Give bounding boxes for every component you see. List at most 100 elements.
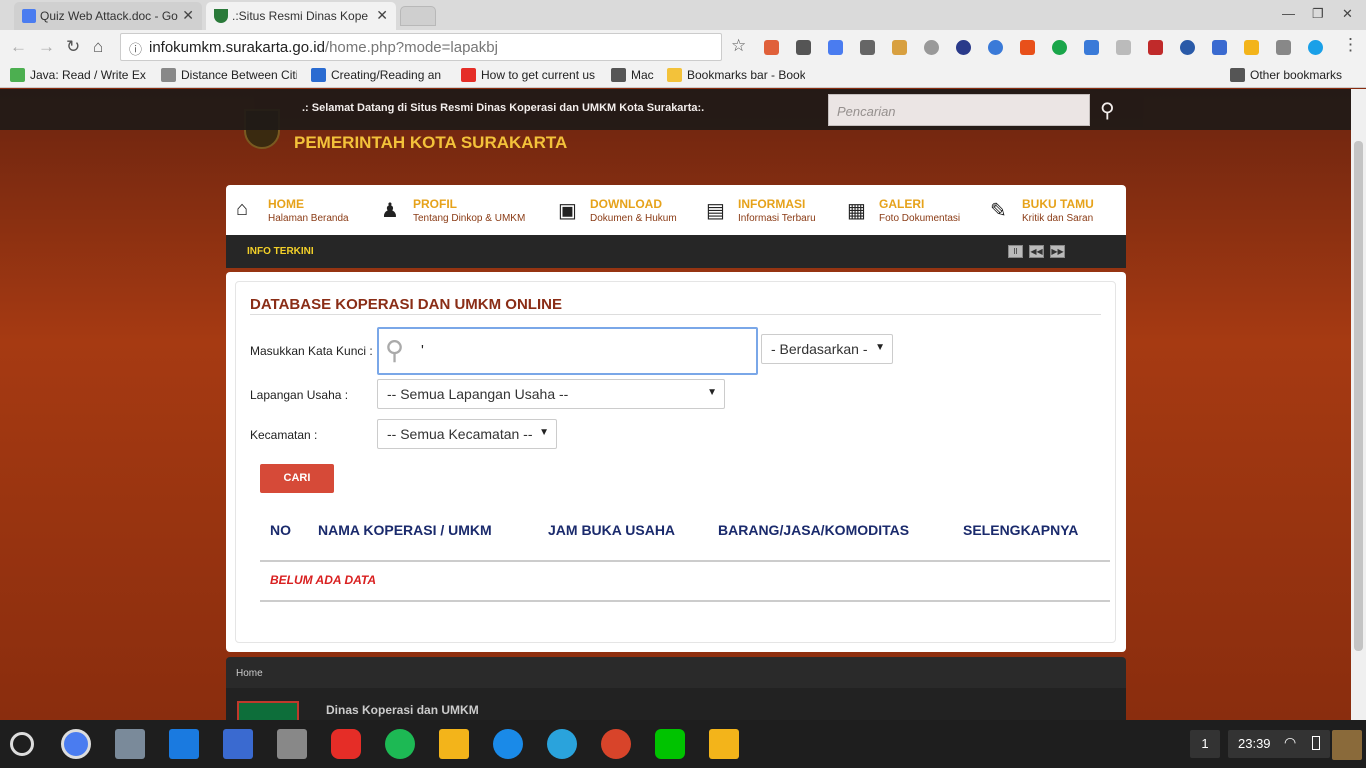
welcome-marquee: .: Selamat Datang di Situs Resmi Dinas K… — [302, 102, 705, 114]
line-icon[interactable] — [655, 729, 685, 759]
youtube-icon — [461, 68, 476, 82]
star-icon — [667, 68, 682, 82]
extension-icon[interactable] — [988, 40, 1003, 55]
new-tab-button[interactable] — [400, 6, 436, 26]
url-host: infokumkm.surakarta.go.id — [149, 39, 325, 56]
app-icon[interactable] — [115, 729, 145, 759]
close-tab-icon[interactable]: ✕ — [182, 7, 194, 24]
home-icon[interactable]: ⌂ — [93, 37, 103, 57]
bookmark-folder[interactable]: Mac — [611, 68, 657, 82]
save-icon: ▣ — [558, 200, 577, 222]
column-header: NO — [270, 522, 291, 538]
search-button[interactable]: CARI — [260, 464, 334, 493]
site-topbar: .: Selamat Datang di Situs Resmi Dinas K… — [0, 89, 1351, 130]
column-header: JAM BUKA USAHA — [548, 522, 676, 538]
status-tray[interactable]: 23:39 ◠ — [1228, 730, 1330, 758]
gallery-icon: ▦ — [847, 200, 866, 222]
extension-icon[interactable] — [1116, 40, 1131, 55]
app-icon[interactable] — [277, 729, 307, 759]
guestbook-icon: ✎ — [990, 200, 1007, 222]
url-path: /home.php?mode=lapakbj — [324, 39, 498, 56]
extension-icon[interactable] — [1052, 40, 1067, 55]
chrome-icon[interactable] — [61, 729, 91, 759]
skype-icon[interactable] — [1308, 40, 1323, 55]
pause-icon[interactable]: II — [1008, 245, 1023, 258]
bookmark-item[interactable]: Creating/Reading an — [311, 68, 443, 82]
reload-icon[interactable]: ↻ — [66, 37, 80, 57]
compass-icon[interactable] — [924, 40, 939, 55]
extension-icon[interactable] — [796, 40, 811, 55]
web-page: .: Selamat Datang di Situs Resmi Dinas K… — [0, 89, 1351, 720]
photos-icon[interactable] — [439, 729, 469, 759]
office-icon[interactable] — [1020, 40, 1035, 55]
extension-icon[interactable] — [892, 40, 907, 55]
site-search-input[interactable]: Pencarian — [828, 94, 1090, 126]
divider — [250, 314, 1101, 315]
search-icon[interactable]: ⚲ — [1100, 98, 1115, 123]
spotify-icon[interactable] — [385, 729, 415, 759]
maximize-icon[interactable]: ❐ — [1312, 6, 1324, 22]
messenger-icon[interactable] — [493, 729, 523, 759]
page-scrollbar[interactable] — [1351, 89, 1366, 720]
avatar[interactable] — [1332, 730, 1362, 760]
business-field-select[interactable]: -- Semua Lapangan Usaha -- ▼ — [377, 379, 725, 409]
content-panel: DATABASE KOPERASI DAN UMKM ONLINE Masukk… — [226, 272, 1126, 652]
other-bookmarks[interactable]: Other bookmarks — [1230, 68, 1360, 82]
mail-icon[interactable] — [860, 40, 875, 55]
launcher-icon[interactable] — [10, 732, 34, 756]
extension-icon[interactable] — [764, 40, 779, 55]
extension-icon[interactable] — [1180, 40, 1195, 55]
clock: 23:39 — [1238, 736, 1271, 751]
forward-icon[interactable]: → — [38, 37, 55, 57]
back-icon[interactable]: ← — [10, 37, 27, 57]
table-header-divider — [260, 560, 1110, 562]
bookmark-item[interactable]: Java: Read / Write Ex — [10, 68, 146, 82]
extension-icon[interactable] — [1212, 40, 1227, 55]
section-title: DATABASE KOPERASI DAN UMKM ONLINE — [250, 296, 562, 313]
telegram-icon[interactable] — [547, 729, 577, 759]
bookmark-favicon-icon — [161, 68, 176, 82]
bookmark-item[interactable]: Bookmarks bar - Book — [667, 68, 805, 82]
cast-icon[interactable] — [1276, 40, 1291, 55]
org-name: Dinas Koperasi dan UMKM — [326, 703, 479, 717]
search-by-select[interactable]: - Berdasarkan - ▼ — [761, 334, 893, 364]
extension-icon[interactable] — [1084, 40, 1099, 55]
menu-icon[interactable]: ⋮ — [1342, 35, 1359, 55]
close-window-icon[interactable]: ✕ — [1342, 6, 1353, 22]
drive-icon[interactable] — [1244, 40, 1259, 55]
keep-icon[interactable] — [709, 729, 739, 759]
rewind-icon[interactable]: ◀◀ — [1029, 245, 1044, 258]
browser-tab-active[interactable]: .:Situs Resmi Dinas Kope ✕ — [206, 2, 396, 30]
browser-tab-quiz[interactable]: Quiz Web Attack.doc - Go ✕ — [14, 2, 202, 30]
column-header: SELENGKAPNYA — [963, 522, 1079, 538]
folder-icon — [611, 68, 626, 82]
breadcrumb-home[interactable]: Home — [236, 668, 263, 679]
fast-forward-icon[interactable]: ▶▶ — [1050, 245, 1065, 258]
bookmark-item[interactable]: How to get current us — [461, 68, 597, 82]
footer-logo — [237, 701, 299, 720]
notification-count[interactable]: 1 — [1190, 730, 1220, 758]
extension-icon[interactable] — [956, 40, 971, 55]
district-label: Kecamatan : — [250, 428, 318, 442]
battery-icon — [1312, 736, 1320, 750]
extension-icon[interactable] — [1148, 40, 1163, 55]
minimize-icon[interactable]: — — [1282, 6, 1295, 21]
bookmark-item[interactable]: Distance Between Citi — [161, 68, 297, 82]
scrollbar-thumb[interactable] — [1354, 141, 1363, 651]
google-plus-icon[interactable] — [601, 729, 631, 759]
translate-icon[interactable] — [828, 40, 843, 55]
keyword-value: ' — [421, 342, 424, 359]
info-icon: ⓘ — [129, 42, 143, 57]
keyword-input[interactable]: ⚲ ' — [377, 327, 758, 375]
youtube-icon[interactable] — [331, 729, 361, 759]
footer-info: Dinas Koperasi dan UMKM — [226, 688, 1126, 720]
tab-strip: Quiz Web Attack.doc - Go ✕ .:Situs Resmi… — [0, 0, 1366, 30]
inbox-icon[interactable] — [223, 729, 253, 759]
site-title: PEMERINTAH KOTA SURAKARTA — [294, 133, 568, 152]
keyword-label: Masukkan Kata Kunci : — [250, 344, 373, 358]
bookmark-star-icon[interactable]: ☆ — [731, 36, 746, 56]
district-select[interactable]: -- Semua Kecamatan -- ▼ — [377, 419, 557, 449]
close-tab-icon[interactable]: ✕ — [376, 7, 388, 24]
files-icon[interactable] — [169, 729, 199, 759]
address-bar[interactable]: ⓘ infokumkm.surakarta.go.id/home.php?mod… — [120, 33, 722, 61]
